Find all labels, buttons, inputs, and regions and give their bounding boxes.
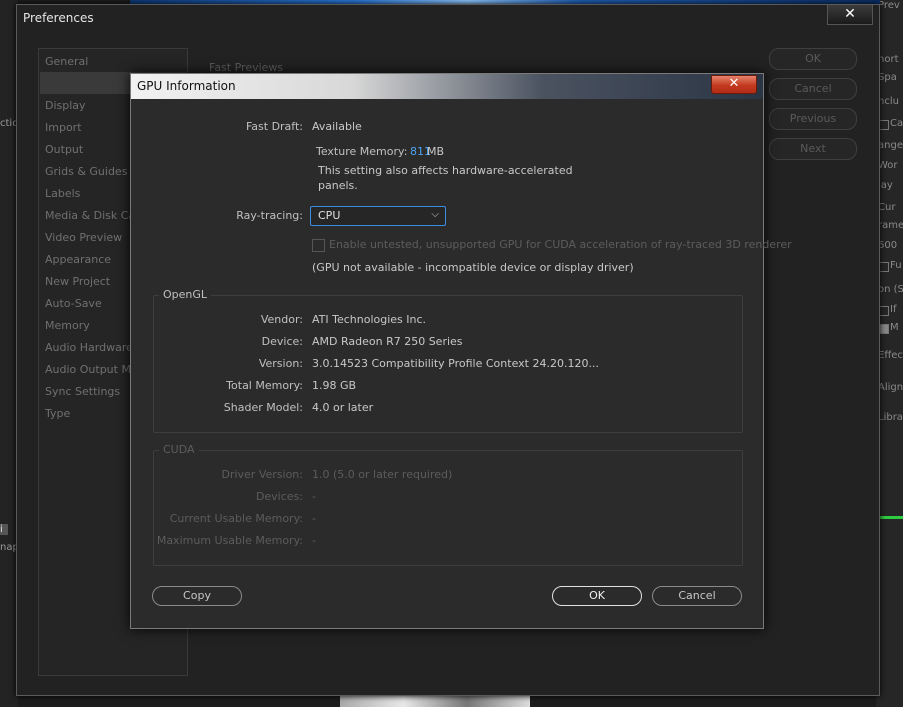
- gpu-dialog-body: Fast Draft: Available Texture Memory: 81…: [137, 100, 792, 622]
- category-new-project[interactable]: New Project: [45, 275, 110, 288]
- preferences-cancel-button[interactable]: Cancel: [769, 78, 857, 100]
- opengl-device-value: AMD Radeon R7 250 Series: [312, 335, 463, 348]
- ray-tracing-label: Ray-tracing:: [236, 209, 303, 222]
- cuda-acceleration-checkbox[interactable]: [312, 239, 325, 252]
- gpu-information-dialog: GPU Information ✕ Fast Draft: Available …: [130, 73, 792, 629]
- opengl-total-memory-value: 1.98 GB: [312, 379, 357, 392]
- category-import[interactable]: Import: [45, 121, 82, 134]
- bg-checkbox: [879, 120, 889, 130]
- category-memory[interactable]: Memory: [45, 319, 90, 332]
- cuda-current-memory-value: -: [312, 512, 316, 525]
- bg-fragment: i: [0, 524, 8, 535]
- gpu-dialog-titlebar: GPU Information ✕: [131, 74, 763, 99]
- gpu-not-available-text: (GPU not available - incompatible device…: [312, 261, 634, 274]
- category-output[interactable]: Output: [45, 143, 83, 156]
- category-media-disk-cache[interactable]: Media & Disk Ca: [45, 209, 135, 222]
- opengl-total-memory-label: Total Memory:: [226, 379, 303, 392]
- gpu-dialog-close-button[interactable]: ✕: [711, 75, 757, 94]
- texture-memory-unit: MB: [427, 145, 445, 158]
- copy-button[interactable]: Copy: [152, 586, 242, 606]
- bg-fragment: M: [890, 322, 899, 333]
- chevron-down-icon: ⌵: [431, 209, 439, 220]
- bg-fragment: Prev: [878, 0, 900, 11]
- category-auto-save[interactable]: Auto-Save: [45, 297, 102, 310]
- texture-memory-label: Texture Memory:: [316, 145, 408, 158]
- preferences-ok-button[interactable]: OK: [769, 48, 857, 70]
- opengl-version-label: Version:: [258, 357, 303, 370]
- cuda-group-title: CUDA: [159, 443, 199, 456]
- bg-checkbox: [879, 262, 889, 272]
- bg-fragment: nclu: [878, 96, 899, 107]
- category-display[interactable]: Display: [45, 99, 86, 112]
- bg-checkbox: [879, 306, 889, 316]
- category-video-preview[interactable]: Video Preview: [45, 231, 122, 244]
- category-audio-hardware[interactable]: Audio Hardware: [45, 341, 133, 354]
- preferences-title: Preferences: [23, 11, 94, 25]
- category-appearance[interactable]: Appearance: [45, 253, 111, 266]
- opengl-vendor-value: ATI Technologies Inc.: [312, 313, 427, 326]
- bg-fragment: lay: [878, 180, 893, 191]
- preferences-next-button[interactable]: Next: [769, 138, 857, 160]
- cuda-devices-label: Devices:: [255, 490, 303, 503]
- ok-button[interactable]: OK: [552, 586, 642, 606]
- cuda-maximum-memory-value: -: [312, 534, 316, 547]
- bg-fragment: Effec: [878, 350, 903, 361]
- opengl-shader-model-label: Shader Model:: [223, 401, 303, 414]
- cuda-driver-version-value: 1.0 (5.0 or later required): [312, 468, 453, 481]
- cancel-button[interactable]: Cancel: [652, 586, 742, 606]
- category-sync-settings[interactable]: Sync Settings: [45, 385, 120, 398]
- bg-fragment: on (S: [878, 284, 903, 295]
- background-timeline-marker: [878, 516, 903, 519]
- preferences-titlebar: Preferences ✕: [17, 5, 879, 32]
- background-app-right-edge: Prev hort Spa nclu Ca ange Wor lay Cur r…: [876, 0, 903, 707]
- category-type[interactable]: Type: [45, 407, 70, 420]
- category-labels[interactable]: Labels: [45, 187, 80, 200]
- bg-fragment: Cur: [878, 202, 896, 213]
- fast-draft-label: Fast Draft:: [245, 120, 303, 133]
- fast-draft-value: Available: [312, 120, 362, 133]
- opengl-vendor-label: Vendor:: [260, 313, 303, 326]
- bg-fragment: Libra: [878, 412, 903, 423]
- bg-fragment: 600: [878, 240, 898, 251]
- preferences-close-button[interactable]: ✕: [827, 5, 873, 25]
- bg-fragment: Spa: [878, 72, 897, 83]
- ray-tracing-select[interactable]: CPU ⌵: [310, 206, 446, 226]
- bg-fragment: Align: [878, 382, 903, 393]
- setting-note-line2: panels.: [318, 179, 358, 192]
- cuda-maximum-memory-label: Maximum Usable Memory:: [156, 534, 303, 547]
- gpu-dialog-title: GPU Information: [137, 79, 236, 93]
- cuda-acceleration-label: Enable untested, unsupported GPU for CUD…: [329, 238, 792, 251]
- category-grids-guides[interactable]: Grids & Guides: [45, 165, 127, 178]
- cuda-driver-version-label: Driver Version:: [221, 468, 303, 481]
- setting-note-line1: This setting also affects hardware-accel…: [318, 164, 573, 177]
- bg-fragment: hort: [878, 54, 899, 65]
- bg-fragment: Fu: [890, 260, 902, 271]
- opengl-group-title: OpenGL: [159, 288, 212, 301]
- bg-checkbox: [879, 324, 889, 334]
- category-audio-output-mapping[interactable]: Audio Output Ma: [45, 363, 138, 376]
- opengl-shader-model-value: 4.0 or later: [312, 401, 374, 414]
- category-general[interactable]: General: [45, 55, 88, 68]
- bg-fragment: rame: [878, 220, 903, 231]
- ray-tracing-value: CPU: [318, 209, 341, 222]
- bg-fragment: If: [890, 304, 897, 315]
- bg-fragment: Wor: [878, 160, 898, 171]
- bg-fragment: ange: [878, 140, 903, 151]
- opengl-version-value: 3.0.14523 Compatibility Profile Context …: [312, 357, 599, 370]
- bg-fragment: Ca: [890, 118, 903, 129]
- cuda-current-memory-label: Current Usable Memory:: [169, 512, 303, 525]
- opengl-device-label: Device:: [261, 335, 303, 348]
- preferences-previous-button[interactable]: Previous: [769, 108, 857, 130]
- cuda-devices-value: -: [312, 490, 316, 503]
